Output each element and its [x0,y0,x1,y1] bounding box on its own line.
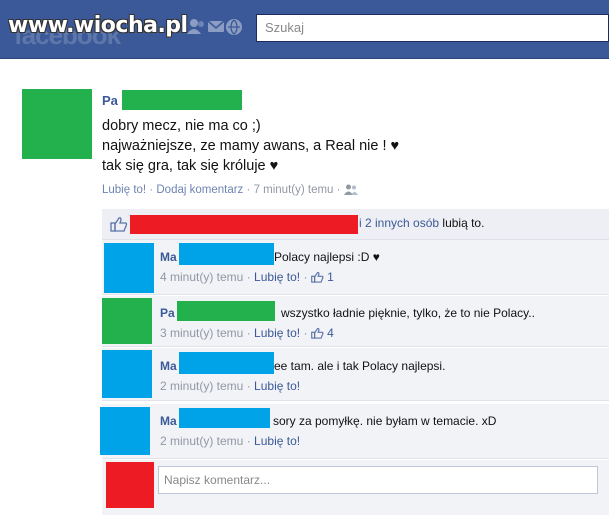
post-line: najważniejsze, ze mamy awans, a Real nie… [102,138,400,154]
post-like-link[interactable]: Lubię to! [102,184,146,196]
search-input[interactable]: Szukaj [256,14,609,42]
redaction-block [179,408,270,428]
comment-like-link[interactable]: Lubię to! [254,434,300,448]
thumbs-up-icon[interactable] [310,327,324,339]
post-body: dobry mecz, nie ma co ;) najważniejsze, … [102,116,399,176]
comment-text: Polacy najlepsi :D ♥ [274,250,380,264]
comment-input[interactable]: Napisz komentarz... [158,466,598,494]
messages-icon[interactable] [206,18,226,36]
comment-like-link[interactable]: Lubię to! [254,326,300,340]
likes-text: i 2 innych osób lubią to. [359,216,484,230]
friends-audience-icon[interactable] [343,184,358,195]
redaction-block [179,352,274,374]
comment-author-name[interactable]: Ma [160,414,177,428]
comment-author-name[interactable]: Ma [160,359,177,373]
thumbs-up-icon[interactable] [310,271,324,283]
comment-text: wszystko ładnie pięknie, tylko, że to ni… [281,306,535,320]
separator: · [246,184,251,196]
comment-like-count[interactable]: 1 [327,270,334,284]
comment-author-name[interactable]: Pa [160,306,175,320]
separator: · [336,184,341,196]
current-user-avatar [106,462,154,508]
comment-meta: 4 minut(y) temu · Lubię to! · 1 [160,270,334,284]
comment-avatar[interactable] [100,407,150,455]
comment-author-name[interactable]: Ma [160,250,177,264]
redaction-block [130,215,358,234]
post-line: tak się gra, tak się króluje ♥ [102,158,279,174]
post-meta: Lubię to! · Dodaj komentarz · 7 minut(y)… [102,184,358,196]
post-timestamp[interactable]: 7 minut(y) temu [254,184,334,196]
friends-icon[interactable] [187,18,207,36]
redaction-block [179,243,274,265]
others-link[interactable]: i 2 innych osób [359,216,439,230]
redaction-block [122,90,242,110]
separator: · [149,184,154,196]
comment-timestamp[interactable]: 2 minut(y) temu [160,379,243,393]
post-author-avatar[interactable] [22,89,92,159]
comment-like-link[interactable]: Lubię to! [254,379,300,393]
watermark: www.wiocha.pl [8,13,188,38]
comment-text: ee tam. ale i tak Polacy najlepsi. [274,359,446,373]
comment-meta: 2 minut(y) temu · Lubię to! [160,434,301,448]
comment-timestamp[interactable]: 2 minut(y) temu [160,434,243,448]
comment-avatar[interactable] [104,243,154,293]
thumbs-up-icon [110,216,128,232]
comment-like-count[interactable]: 4 [327,326,334,340]
comment-timestamp[interactable]: 4 minut(y) temu [160,270,243,284]
add-comment-link[interactable]: Dodaj komentarz [156,184,243,196]
comment-meta: 3 minut(y) temu · Lubię to! · 4 [160,326,334,340]
post-author-name[interactable]: Pa [102,93,118,108]
comment-timestamp[interactable]: 3 minut(y) temu [160,326,243,340]
comment-like-link[interactable]: Lubię to! [254,270,300,284]
comment-text: sory za pomyłkę. nie byłam w temacie. xD [273,414,497,428]
comment-avatar[interactable] [102,298,152,344]
post-line: dobry mecz, nie ma co ;) [102,118,261,134]
top-bar: facebook www.wiocha.pl Szukaj [0,0,609,59]
redaction-block [177,301,275,321]
comment-meta: 2 minut(y) temu · Lubię to! [160,379,301,393]
comment-avatar[interactable] [102,350,152,398]
likes-suffix: lubią to. [442,216,485,230]
notifications-icon[interactable] [224,18,244,36]
